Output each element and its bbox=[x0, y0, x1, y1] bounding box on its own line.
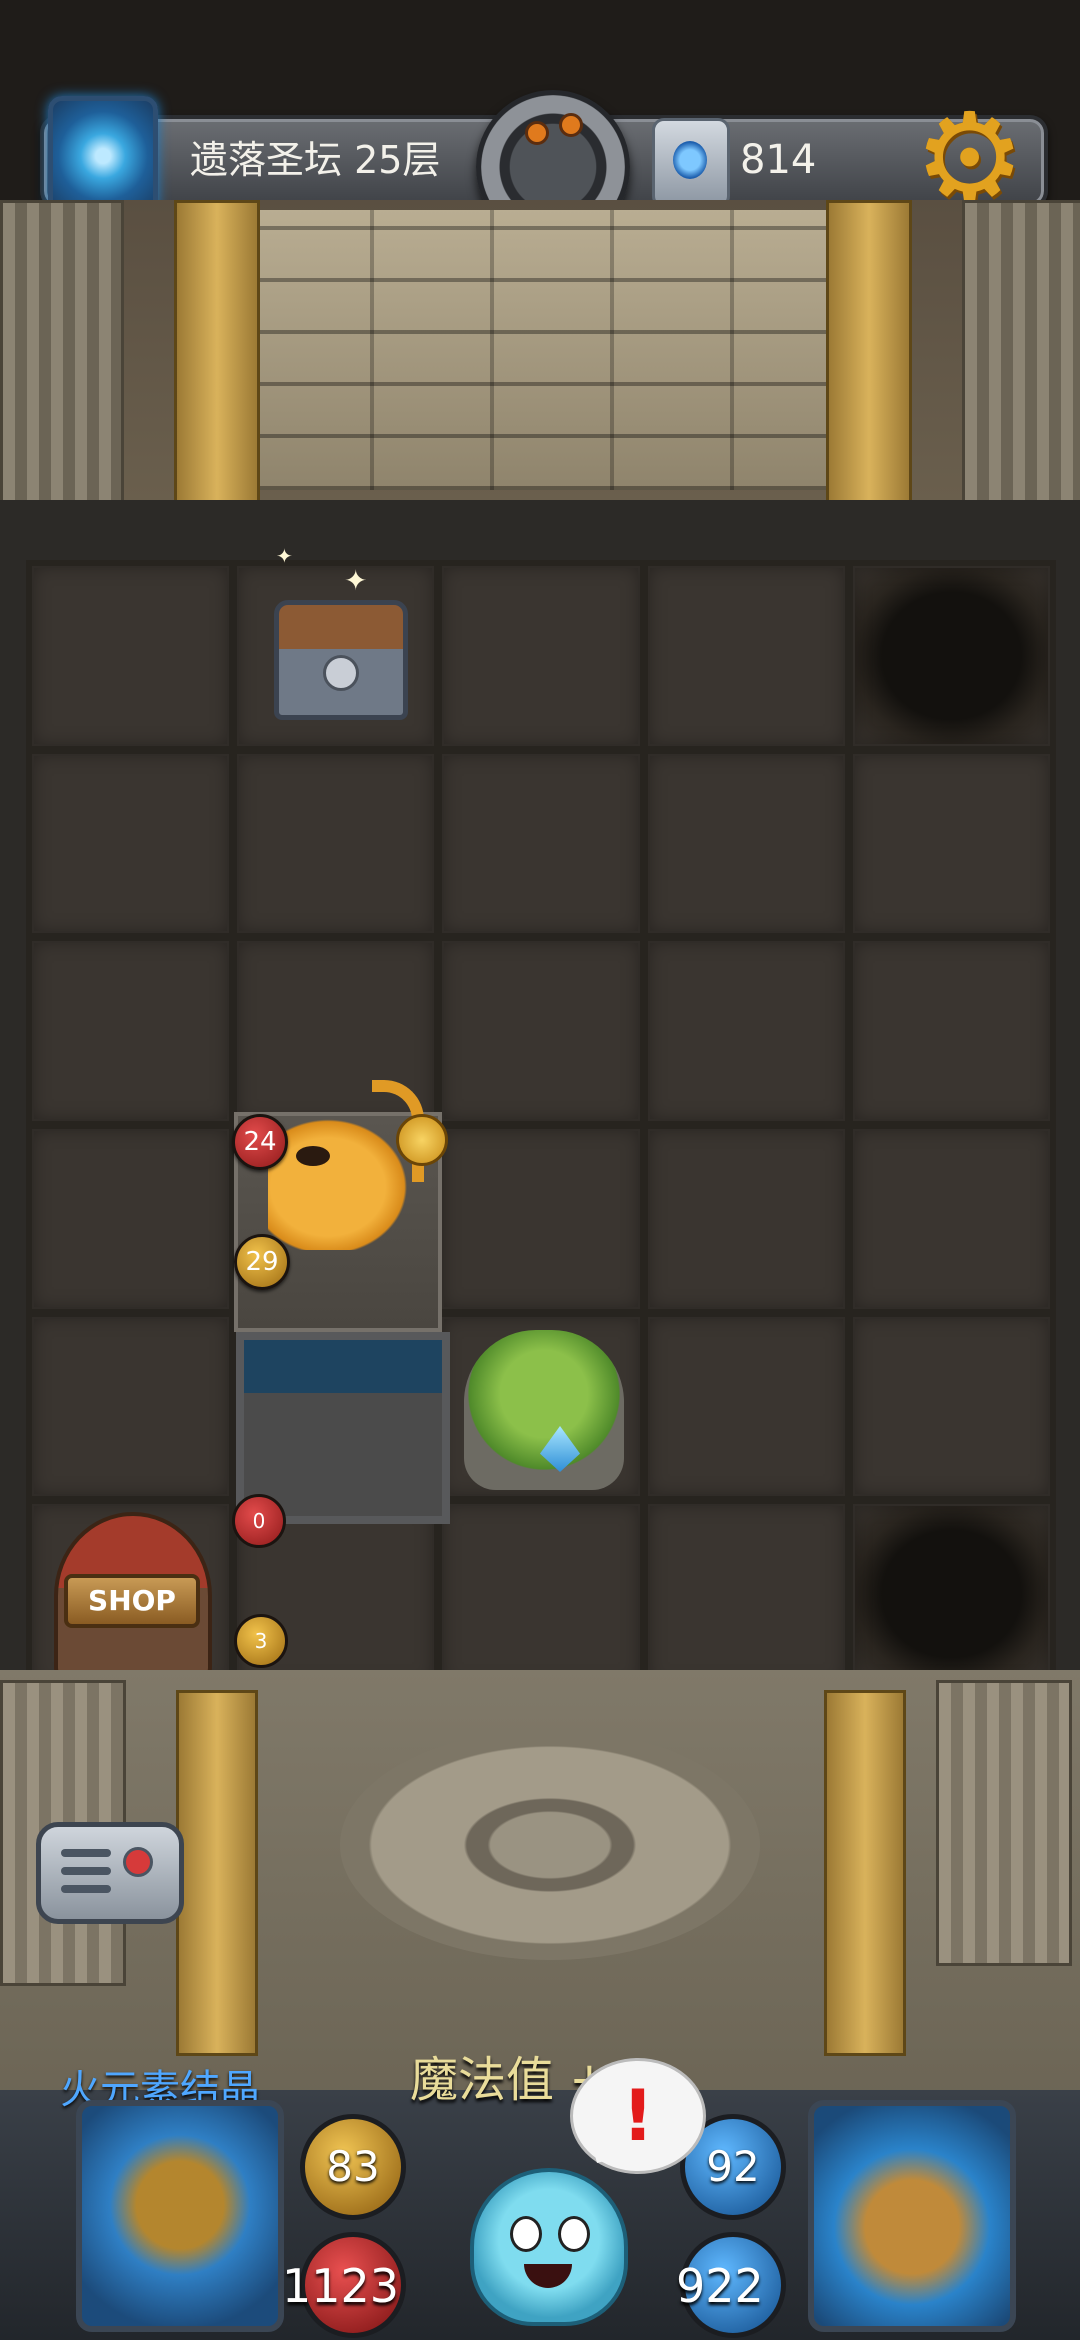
gold-potion[interactable]: 3 bbox=[234, 1614, 288, 1668]
sword-badge-icon bbox=[396, 1114, 448, 1166]
grid-cell[interactable] bbox=[647, 1504, 845, 1684]
grid-cell[interactable] bbox=[442, 566, 640, 746]
sparkle-icon: ✦ bbox=[344, 564, 368, 597]
treasure-chest-icon[interactable] bbox=[274, 600, 408, 720]
grid-cell[interactable] bbox=[237, 753, 435, 934]
gem-icon bbox=[652, 118, 730, 208]
grid-cell[interactable] bbox=[852, 941, 1050, 1121]
monster-health: 24 bbox=[232, 1114, 288, 1170]
hero-portrait[interactable] bbox=[76, 2100, 284, 2332]
spellbook-icon[interactable] bbox=[808, 2100, 1016, 2332]
grid-cell[interactable] bbox=[852, 753, 1050, 934]
dungeon-grid bbox=[26, 560, 1056, 1690]
grid-cell[interactable] bbox=[442, 753, 640, 934]
crystal-bush-icon[interactable] bbox=[464, 1330, 624, 1490]
menu-button[interactable] bbox=[36, 1822, 184, 1924]
blue-blob-mascot-icon[interactable] bbox=[470, 2168, 628, 2326]
grid-cell[interactable] bbox=[32, 1316, 230, 1497]
grid-cell-pit[interactable] bbox=[852, 1504, 1050, 1684]
grid-cell[interactable] bbox=[442, 1504, 640, 1684]
grid-cell[interactable] bbox=[647, 753, 845, 934]
gem-count: 814 bbox=[740, 137, 817, 183]
floor-seal bbox=[340, 1730, 760, 1960]
menu-line bbox=[61, 1867, 111, 1875]
grid-cell[interactable] bbox=[442, 941, 640, 1121]
shop-sign[interactable]: SHOP bbox=[64, 1574, 200, 1628]
mascot-eye bbox=[510, 2216, 542, 2252]
monster-attack: 29 bbox=[234, 1234, 290, 1290]
grid-cell[interactable] bbox=[32, 566, 230, 746]
mana-pool-stat: 922 bbox=[676, 2259, 764, 2313]
grid-cell[interactable] bbox=[647, 941, 845, 1121]
grid-cell[interactable] bbox=[647, 566, 845, 746]
grid-cell[interactable] bbox=[32, 1129, 230, 1309]
menu-line bbox=[61, 1849, 111, 1857]
gold-pillar bbox=[176, 1690, 258, 2056]
stone-column bbox=[0, 200, 124, 506]
grid-cell[interactable] bbox=[852, 1316, 1050, 1497]
settings-gear-icon[interactable]: ⚙ bbox=[914, 97, 1025, 221]
portal-icon[interactable] bbox=[48, 96, 158, 216]
grid-cell[interactable] bbox=[442, 1129, 640, 1309]
bomb-dot-icon bbox=[525, 121, 549, 145]
stone-column bbox=[962, 200, 1080, 506]
grid-cell[interactable] bbox=[852, 1129, 1050, 1309]
menu-knob-icon bbox=[123, 1847, 153, 1877]
gold-pillar bbox=[174, 200, 260, 516]
gold-pillar bbox=[824, 1690, 906, 2056]
floor-label: 遗落圣坛 25层 bbox=[190, 138, 441, 182]
grid-cell[interactable] bbox=[32, 941, 230, 1121]
grid-cell-pit[interactable] bbox=[852, 566, 1050, 746]
bomb-dot-icon bbox=[559, 113, 583, 137]
attack-stat: 83 bbox=[300, 2114, 406, 2220]
stone-column bbox=[936, 1680, 1072, 1966]
gold-pillar bbox=[826, 200, 912, 516]
mascot-mouth bbox=[524, 2264, 572, 2288]
mascot-eye bbox=[558, 2216, 590, 2252]
red-potion[interactable]: 0 bbox=[232, 1494, 286, 1548]
menu-line bbox=[61, 1885, 111, 1893]
grid-cell[interactable] bbox=[647, 1129, 845, 1309]
stone-wall bbox=[250, 210, 830, 490]
alert-speech-bubble[interactable]: ! bbox=[570, 2058, 706, 2174]
grid-cell[interactable] bbox=[647, 1316, 845, 1497]
sparkle-icon: ✦ bbox=[276, 544, 293, 568]
grid-cell[interactable] bbox=[32, 753, 230, 934]
health-stat: 1123 bbox=[282, 2259, 400, 2313]
